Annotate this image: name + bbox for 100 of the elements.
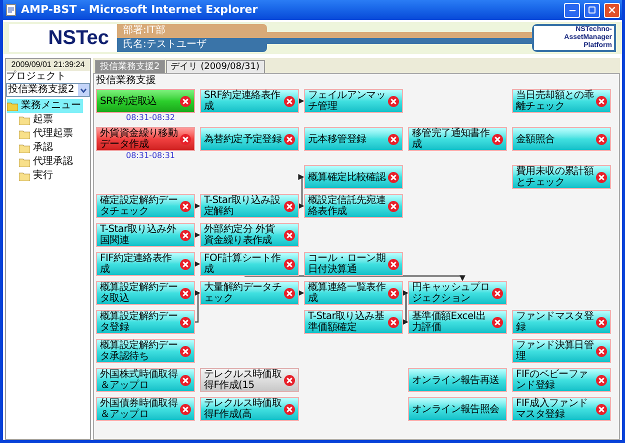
cancel-icon[interactable] (596, 404, 607, 414)
folder-icon (19, 130, 30, 138)
task-node[interactable]: 大量解約データチェック (200, 281, 299, 305)
task-node[interactable]: ファンドマスタ登録 (512, 310, 611, 334)
task-node[interactable]: 外国債券時価取得＆アップロ (96, 397, 195, 421)
task-node[interactable]: テレクルス時価取得F作成(高 (200, 397, 299, 421)
task-node[interactable]: 金額照合 (512, 127, 611, 151)
connector-arrow (298, 98, 304, 104)
task-node[interactable]: T-Star取り込み基準価額確定 (304, 310, 403, 334)
project-label: プロジェクト (6, 71, 67, 83)
connector-arrow (194, 290, 200, 323)
task-node[interactable]: 外国株式時価取得＆アップロ (96, 368, 195, 392)
cancel-icon[interactable] (180, 288, 191, 298)
task-node[interactable]: 当日売却額との乖離チェック (512, 89, 611, 113)
time-range: 08:31-08:32 (126, 113, 175, 123)
cancel-icon[interactable] (284, 374, 295, 386)
folder-icon (19, 158, 30, 166)
cancel-icon[interactable] (388, 316, 399, 328)
task-node[interactable]: FIF約定連絡表作成 (96, 252, 195, 276)
project-select[interactable]: 投信業務支援2 (6, 83, 90, 97)
cancel-icon[interactable] (180, 200, 191, 212)
tree-item[interactable]: 実行 (19, 169, 55, 183)
logo: NSTec (9, 24, 117, 52)
cancel-icon[interactable] (180, 258, 191, 270)
task-node[interactable]: 元本移管登録 (304, 127, 403, 151)
task-node[interactable]: 概算確定比較確認 (304, 165, 403, 189)
task-node[interactable]: オンライン報告照会 (408, 397, 507, 421)
cancel-icon[interactable] (388, 134, 399, 144)
cancel-icon[interactable] (180, 346, 191, 356)
task-node[interactable]: 外貨資金繰り移動データ作成 (96, 127, 195, 151)
task-node[interactable]: 概算設定解約データ承認待ち (96, 339, 195, 363)
folder-icon (7, 102, 18, 110)
task-node[interactable]: 基準価額Excel出力評価 (408, 310, 507, 334)
workflow-title: 投信業務支援 (96, 75, 157, 87)
task-node[interactable]: コール・ローン期日付決算通 (304, 252, 403, 276)
cancel-icon[interactable] (388, 96, 399, 106)
connector-arrow (194, 261, 200, 267)
task-node[interactable]: T-Star取り込み外国関連 (96, 223, 195, 247)
cancel-icon[interactable] (596, 134, 607, 144)
tab[interactable]: デイリ (2009/08/31) (166, 60, 264, 73)
tree-item[interactable]: 起票 (19, 113, 55, 127)
user-name-label: 氏名:テストユーザ (117, 38, 267, 52)
task-node[interactable]: 概算設定解約データ取込 (96, 281, 195, 305)
task-node[interactable]: FIFのベビーファンド登録 (512, 368, 611, 392)
cancel-icon[interactable] (388, 200, 399, 212)
task-node[interactable]: 円キャッシュプロジェクション (408, 281, 507, 305)
page-icon (5, 4, 17, 16)
cancel-icon[interactable] (284, 134, 295, 144)
task-node[interactable]: フェイルアンマッチ管理 (304, 89, 403, 113)
cancel-icon[interactable] (388, 288, 399, 298)
task-node[interactable]: SRF約定連絡表作成 (200, 89, 299, 113)
folder-icon (19, 116, 30, 124)
task-node[interactable]: ファンド決算日管理 (512, 339, 611, 363)
tree-item[interactable]: 代理起票 (19, 127, 75, 141)
task-node[interactable]: 費用未収の累計額とチェック (512, 165, 611, 189)
task-node[interactable]: 概算設定解約データ登録 (96, 310, 195, 334)
connector-arrow (298, 290, 304, 296)
cancel-icon[interactable] (284, 96, 295, 106)
cancel-icon[interactable] (596, 346, 607, 356)
cancel-icon[interactable] (180, 134, 191, 144)
maximize-icon (588, 6, 596, 14)
cancel-icon[interactable] (492, 288, 503, 298)
cancel-icon[interactable] (284, 230, 295, 240)
maximize-button[interactable] (584, 2, 600, 18)
task-node[interactable]: 確定設定解約データチェック (96, 194, 195, 218)
cancel-icon[interactable] (180, 96, 191, 106)
task-node[interactable]: 概算連絡一覧表作成 (304, 281, 403, 305)
task-node[interactable]: 為替約定予定登録 (200, 127, 299, 151)
cancel-icon[interactable] (180, 316, 191, 328)
task-node[interactable]: 移管完了通知書作成 (408, 127, 507, 151)
task-node[interactable]: FOF計算シート作成 (200, 252, 299, 276)
cancel-icon[interactable] (284, 288, 295, 298)
cancel-icon[interactable] (596, 172, 607, 182)
minimize-button[interactable] (564, 2, 580, 18)
cancel-icon[interactable] (180, 404, 191, 414)
cancel-icon[interactable] (596, 96, 607, 106)
tree-item[interactable]: 代理承認 (19, 155, 75, 169)
cancel-icon[interactable] (388, 172, 399, 182)
cancel-icon[interactable] (284, 200, 295, 212)
cancel-icon[interactable] (596, 374, 607, 386)
tree-item[interactable]: 承認 (19, 141, 55, 155)
task-node[interactable]: オンライン報告再送 (408, 368, 507, 392)
folder-icon (19, 172, 30, 180)
close-button[interactable] (604, 2, 620, 18)
cancel-icon[interactable] (596, 316, 607, 328)
task-node[interactable]: 外部約定分 外貨資金繰り表作成 (200, 223, 299, 247)
task-node[interactable]: テレクルス時価取得F作成(15 (200, 368, 299, 392)
task-node[interactable]: SRF約定取込 (96, 89, 195, 113)
connector-arrow (194, 232, 200, 238)
task-node[interactable]: T-Star取り込み設定解約 (200, 194, 299, 218)
cancel-icon[interactable] (180, 230, 191, 240)
cancel-icon[interactable] (492, 316, 503, 328)
task-node[interactable]: 概設定信託先宛連絡表作成 (304, 194, 403, 218)
cancel-icon[interactable] (284, 258, 295, 270)
cancel-icon[interactable] (492, 134, 503, 144)
task-node[interactable]: FIF成入ファンドマスタ登録 (512, 397, 611, 421)
tree-item[interactable]: 業務メニュー (7, 99, 83, 113)
cancel-icon[interactable] (180, 374, 191, 386)
cancel-icon[interactable] (388, 258, 399, 270)
cancel-icon[interactable] (284, 404, 295, 414)
